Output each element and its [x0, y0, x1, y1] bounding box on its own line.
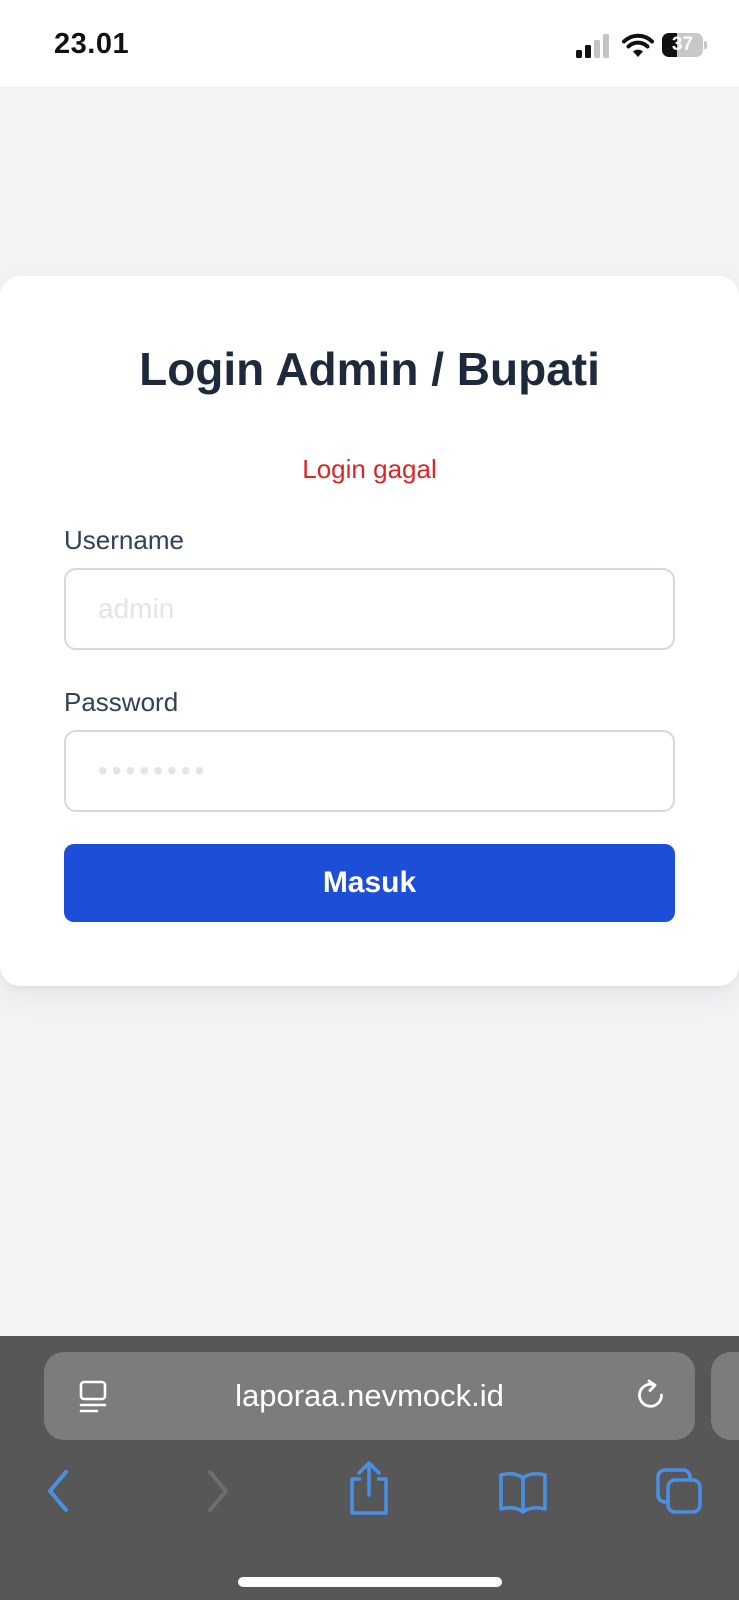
back-icon[interactable]: [34, 1466, 84, 1516]
tabs-icon[interactable]: [654, 1466, 704, 1516]
browser-toolbar: laporaa.nevmock.id: [0, 1336, 739, 1600]
password-label: Password: [64, 687, 179, 717]
next-tab-peek[interactable]: [711, 1352, 739, 1440]
share-icon[interactable]: [344, 1460, 394, 1516]
password-input[interactable]: [64, 730, 675, 812]
battery-level: 37: [671, 34, 694, 55]
home-indicator: [238, 1577, 502, 1587]
status-time: 23.01: [54, 28, 130, 60]
address-bar[interactable]: laporaa.nevmock.id: [44, 1352, 695, 1440]
reload-icon[interactable]: [634, 1378, 668, 1414]
url-text[interactable]: laporaa.nevmock.id: [44, 1378, 695, 1414]
forward-icon[interactable]: [192, 1466, 242, 1516]
error-message: Login gagal: [302, 454, 437, 484]
wifi-icon: [622, 33, 654, 57]
bookmarks-icon[interactable]: [498, 1466, 548, 1516]
username-input[interactable]: [64, 568, 675, 650]
status-bar: 23.01 37: [0, 0, 739, 87]
signal-icon: [576, 34, 609, 58]
login-card: Login Admin / Bupati Login gagal Usernam…: [0, 276, 739, 986]
login-button[interactable]: Masuk: [64, 844, 675, 922]
page-title: Login Admin / Bupati: [139, 343, 600, 395]
battery-icon: 37: [662, 33, 707, 57]
username-label: Username: [64, 525, 184, 555]
